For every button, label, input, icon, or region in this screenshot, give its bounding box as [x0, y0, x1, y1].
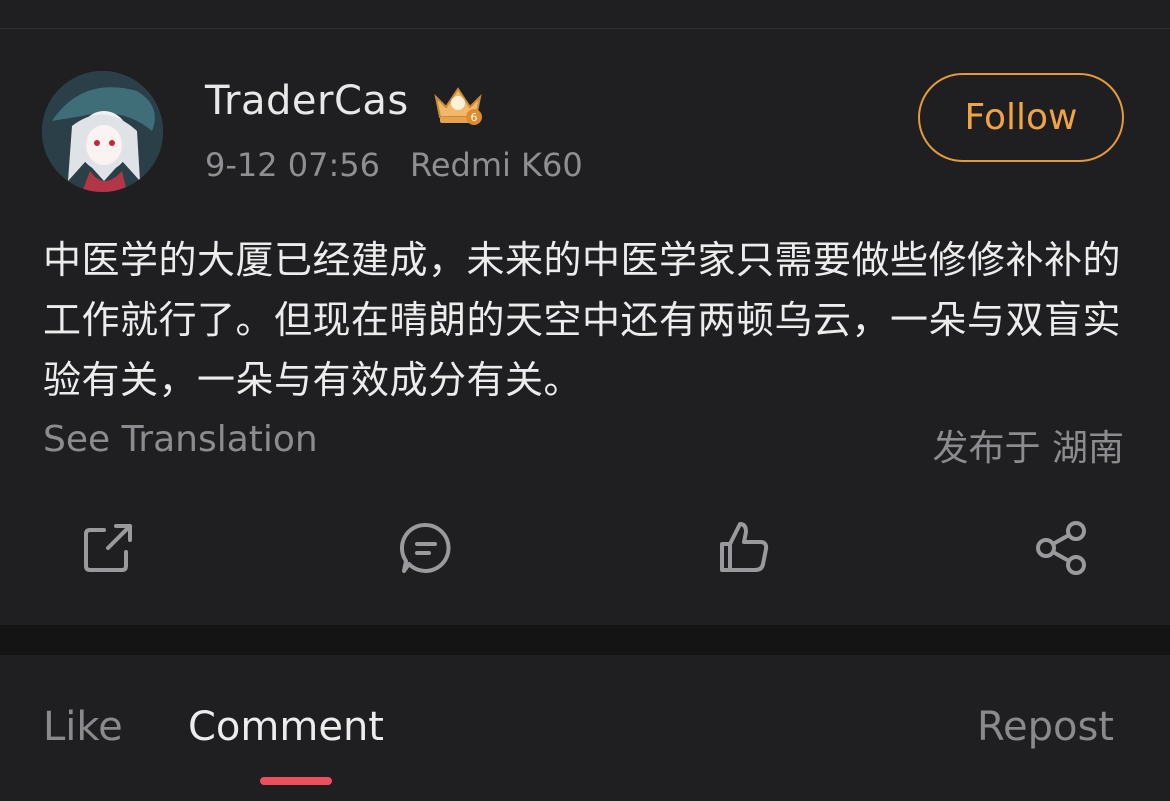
avatar[interactable] [42, 71, 163, 192]
post-detail-screen: TraderCas 6 9-12 07:56 Redmi K60 Follow 中… [0, 0, 1170, 801]
like-button[interactable] [714, 518, 774, 578]
author-name[interactable]: TraderCas [205, 78, 409, 124]
vip-level-text: 6 [471, 111, 478, 124]
vip-crown-badge-icon: 6 [430, 83, 486, 127]
comment-icon [400, 522, 451, 573]
top-divider [0, 28, 1170, 29]
share-button[interactable] [1032, 518, 1092, 578]
share-nodes-icon [1036, 521, 1086, 575]
post-time: 9-12 07:56 [205, 146, 381, 184]
tab-comment[interactable]: Comment [188, 704, 384, 750]
avatar-image [42, 71, 163, 192]
share-external-icon [84, 524, 132, 572]
tab-repost[interactable]: Repost [977, 704, 1114, 750]
follow-button[interactable]: Follow [918, 73, 1124, 162]
post-device: Redmi K60 [410, 146, 583, 184]
comment-button[interactable] [396, 518, 456, 578]
share-external-button[interactable] [78, 518, 138, 578]
see-translation-link[interactable]: See Translation [43, 419, 318, 460]
post-text: 中医学的大厦已经建成，未来的中医学家只需要做些修修补补的工作就行了。但现在晴朗的… [43, 238, 1122, 402]
post-location: 发布于 湖南 [932, 428, 1124, 469]
tab-like[interactable]: Like [43, 704, 123, 750]
active-tab-indicator [260, 777, 332, 785]
post-meta: 9-12 07:56 Redmi K60 [205, 146, 583, 184]
thumbs-up-icon [720, 522, 769, 572]
section-divider [0, 625, 1170, 655]
